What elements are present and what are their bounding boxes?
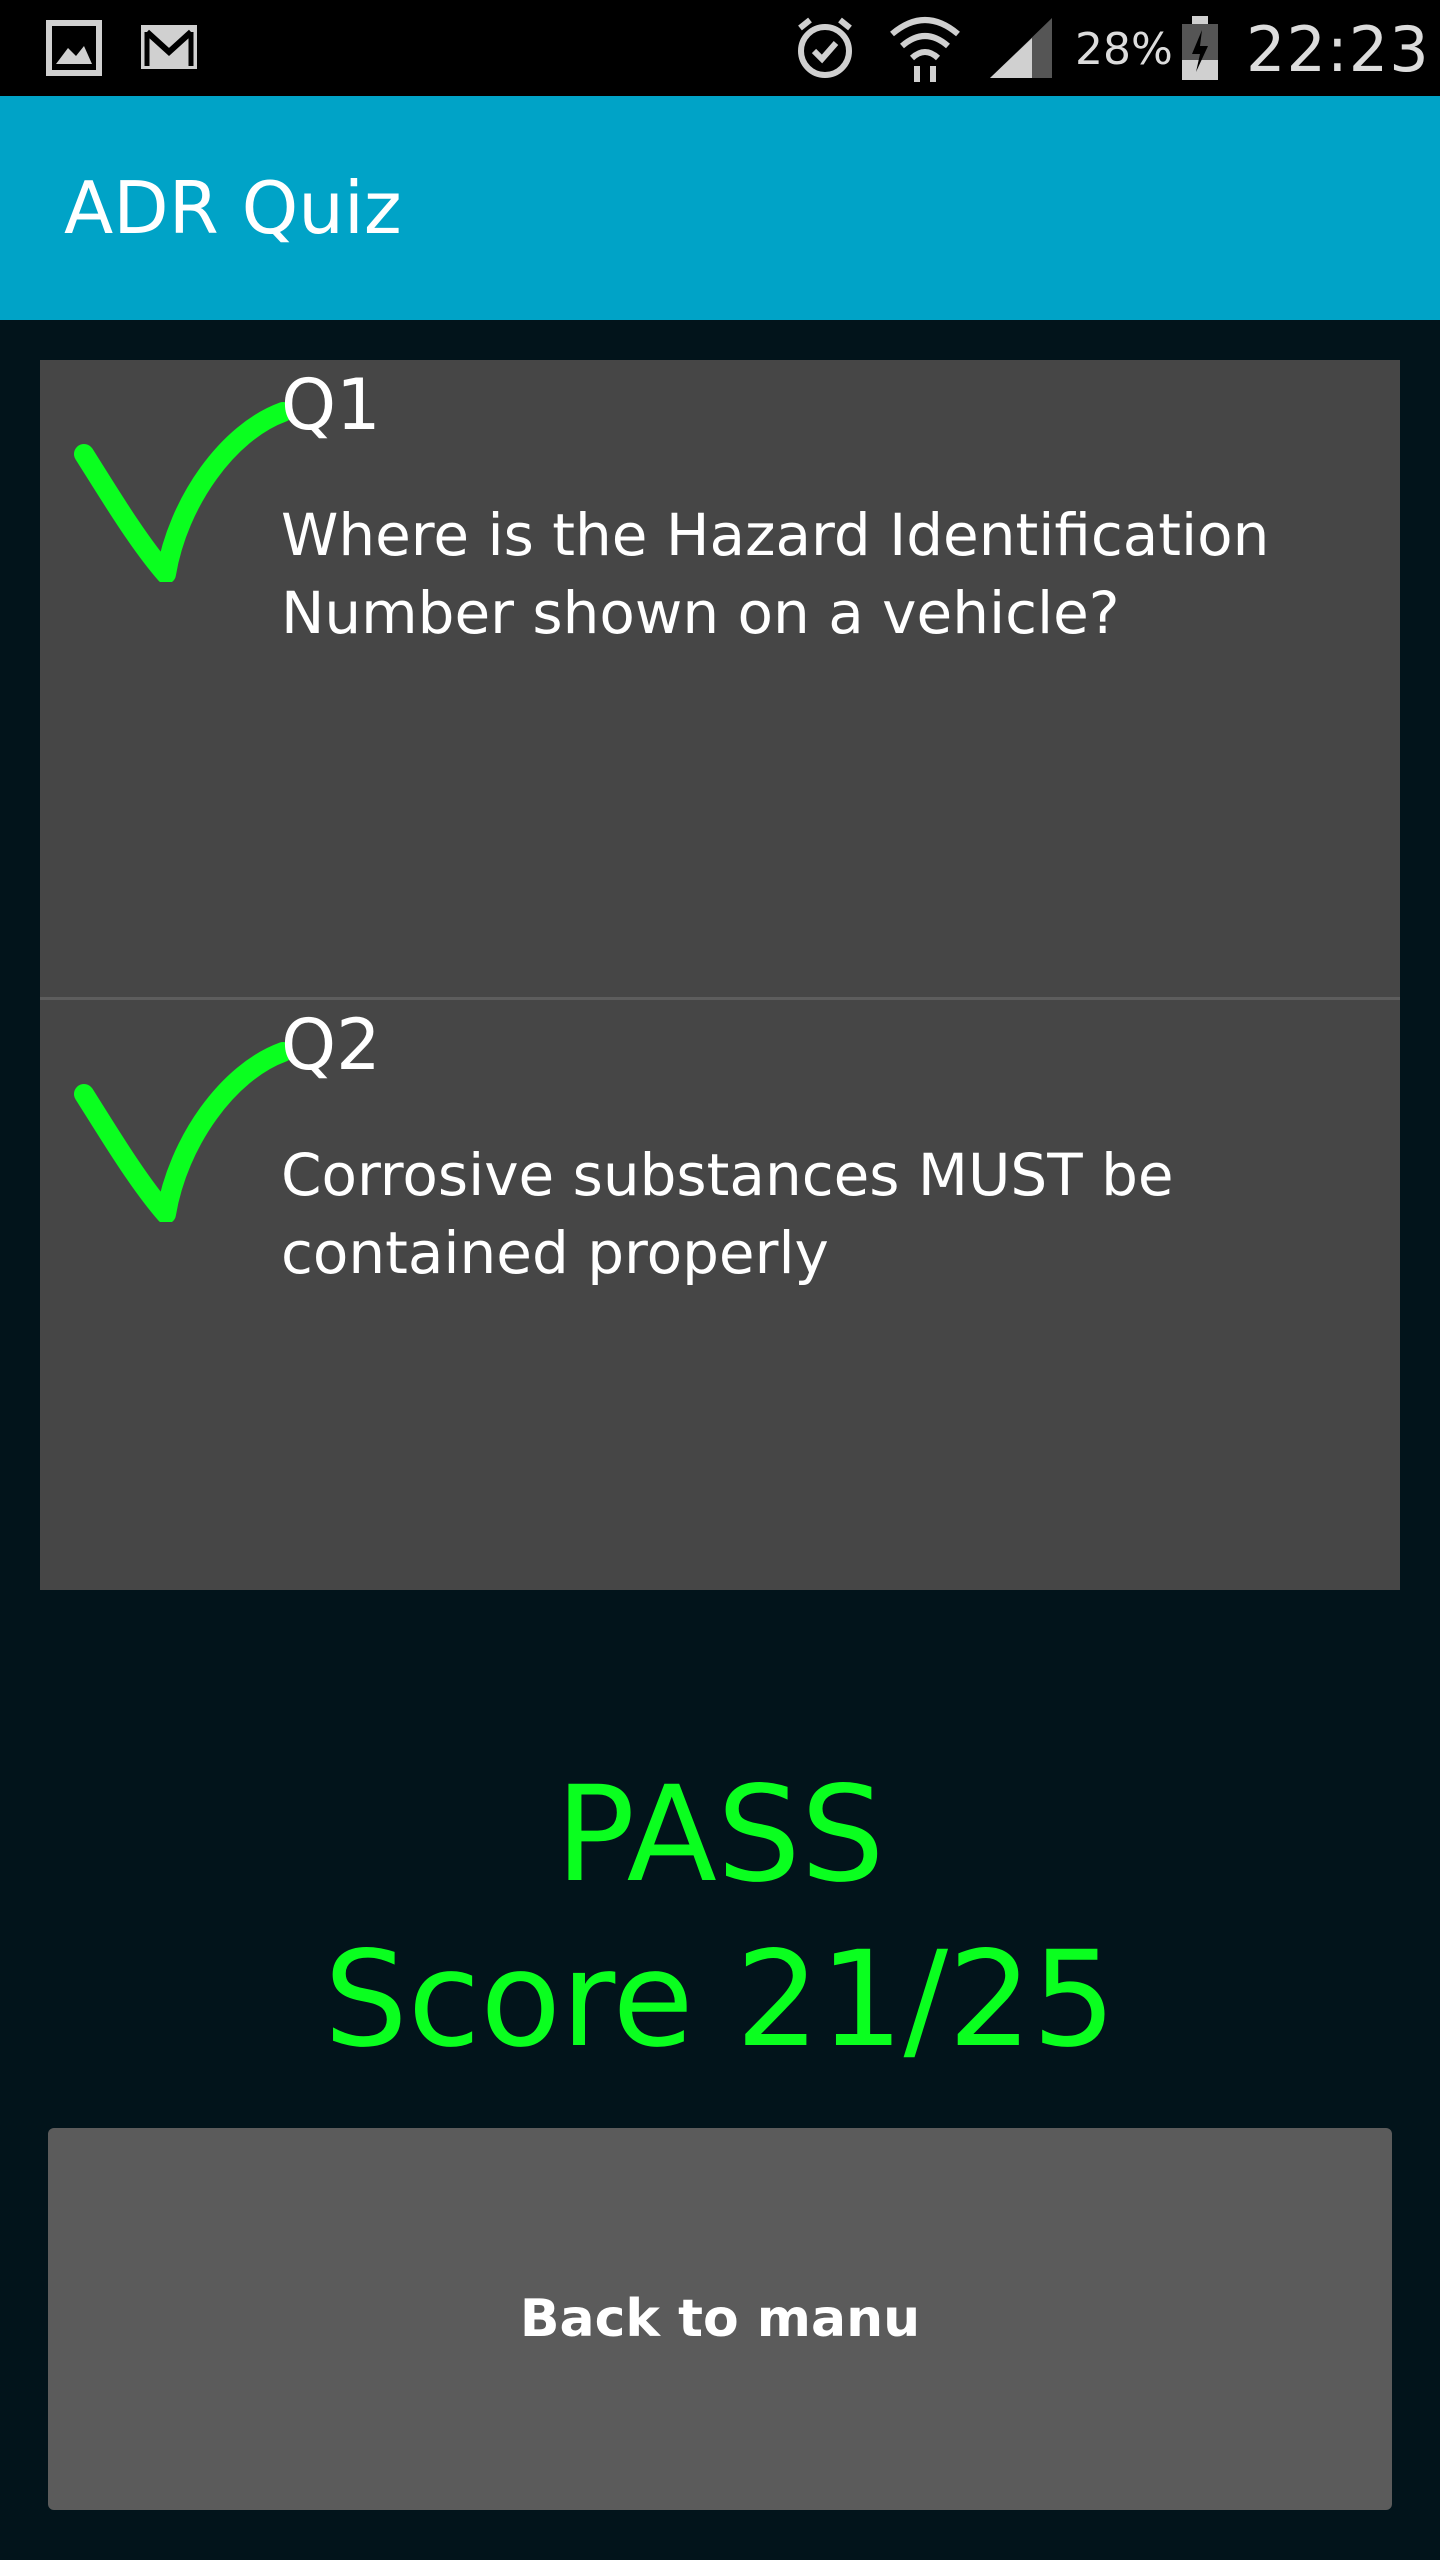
checkmark-icon (74, 1042, 293, 1222)
question-text: Where is the Hazard Identification Numbe… (281, 501, 1270, 647)
checkmark-icon (74, 402, 293, 582)
battery-icon (1182, 16, 1218, 80)
result-score: Score 21/25 (323, 1923, 1117, 2077)
question-number: Q2 (281, 1004, 381, 1086)
question-list[interactable]: Q1 Where is the Hazard Identification Nu… (40, 360, 1400, 1590)
back-to-menu-button[interactable]: Back to manu (48, 2128, 1392, 2510)
result-status: PASS (555, 1758, 885, 1912)
status-bar: 28% 22:23 (0, 0, 1440, 96)
clock: 22:23 (1246, 13, 1430, 86)
wifi-icon (890, 17, 960, 82)
app-title: ADR Quiz (64, 166, 402, 250)
alarm-icon (798, 17, 852, 78)
question-text: Corrosive substances MUST be contained p… (281, 1141, 1174, 1287)
question-item[interactable]: Q1 Where is the Hazard Identification Nu… (40, 360, 1400, 1000)
signal-icon (990, 18, 1052, 78)
gallery-icon (46, 20, 102, 76)
app-bar: ADR Quiz (0, 96, 1440, 320)
battery-percent: 28% (1075, 24, 1173, 75)
gmail-icon (141, 25, 197, 69)
question-item[interactable]: Q2 Corrosive substances MUST be containe… (40, 1000, 1400, 1590)
question-number: Q1 (281, 364, 381, 446)
